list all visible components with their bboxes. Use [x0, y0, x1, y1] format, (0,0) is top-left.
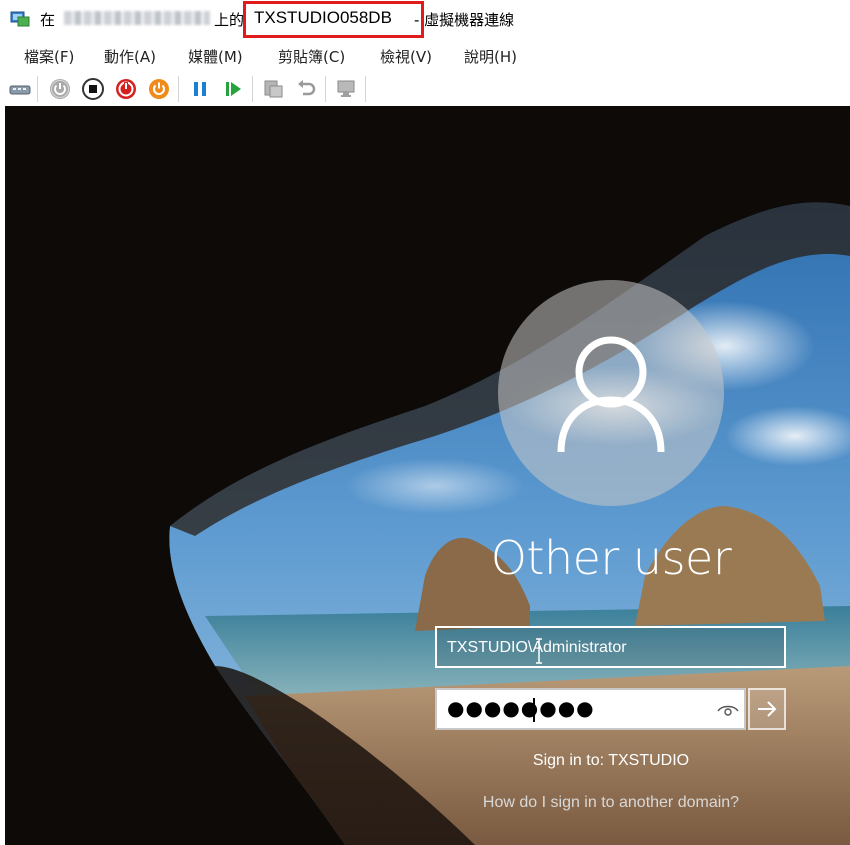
checkpoint-icon[interactable] [261, 77, 285, 101]
vm-name-highlight [243, 1, 424, 38]
toolbar-separator [252, 76, 253, 102]
pause-icon[interactable] [188, 77, 212, 101]
toolbar [0, 72, 850, 106]
revert-icon[interactable] [294, 77, 318, 101]
menu-view[interactable]: 檢視(V) [380, 46, 432, 67]
menu-file[interactable]: 檔案(F) [24, 46, 74, 67]
title-prefix: 在 [40, 11, 56, 29]
title-on: 上的 [214, 11, 245, 29]
ctrl-alt-del-icon[interactable] [8, 77, 32, 101]
toolbar-separator [325, 76, 326, 102]
user-title: Other user [490, 531, 732, 585]
reveal-password-icon[interactable] [717, 702, 739, 718]
power-icon[interactable] [147, 77, 171, 101]
toolbar-separator [178, 76, 179, 102]
sign-in-domain: Sign in to: TXSTUDIO [532, 752, 690, 769]
turn-off-icon[interactable] [81, 77, 105, 101]
menu-help[interactable]: 說明(H) [464, 46, 517, 67]
password-mask: ●●●●●●●● [447, 696, 595, 720]
redacted-host-name [64, 11, 210, 25]
text-cursor-icon [536, 638, 542, 664]
menu-media[interactable]: 媒體(M) [188, 46, 243, 67]
resume-icon[interactable] [221, 77, 245, 101]
user-icon [557, 336, 665, 453]
toolbar-separator [37, 76, 38, 102]
password-caret [533, 698, 535, 722]
menu-clipboard[interactable]: 剪貼簿(C) [278, 46, 345, 67]
shutdown-icon[interactable] [114, 77, 138, 101]
menu-bar: 檔案(F) 動作(A) 媒體(M) 剪貼簿(C) 檢視(V) 說明(H) [0, 38, 850, 72]
title-bar: 在 上的 TXSTUDIO058DB - 虛擬機器連線 [0, 0, 850, 38]
enhanced-session-icon[interactable] [335, 77, 359, 101]
password-input[interactable]: ●●●●●●●● [435, 688, 746, 730]
arrow-right-icon [758, 701, 777, 717]
menu-action[interactable]: 動作(A) [104, 46, 156, 67]
vm-screen[interactable]: Other user TXSTUDIO\Administrator ●●●●●●… [5, 106, 850, 845]
toolbar-separator [365, 76, 366, 102]
user-avatar [498, 280, 724, 506]
username-input[interactable]: TXSTUDIO\Administrator [435, 626, 786, 668]
other-domain-link[interactable]: How do I sign in to another domain? [425, 794, 797, 812]
title-suffix: - 虛擬機器連線 [414, 11, 515, 29]
submit-button[interactable] [748, 688, 786, 730]
start-icon[interactable] [48, 77, 72, 101]
vm-connection-icon [10, 11, 30, 27]
